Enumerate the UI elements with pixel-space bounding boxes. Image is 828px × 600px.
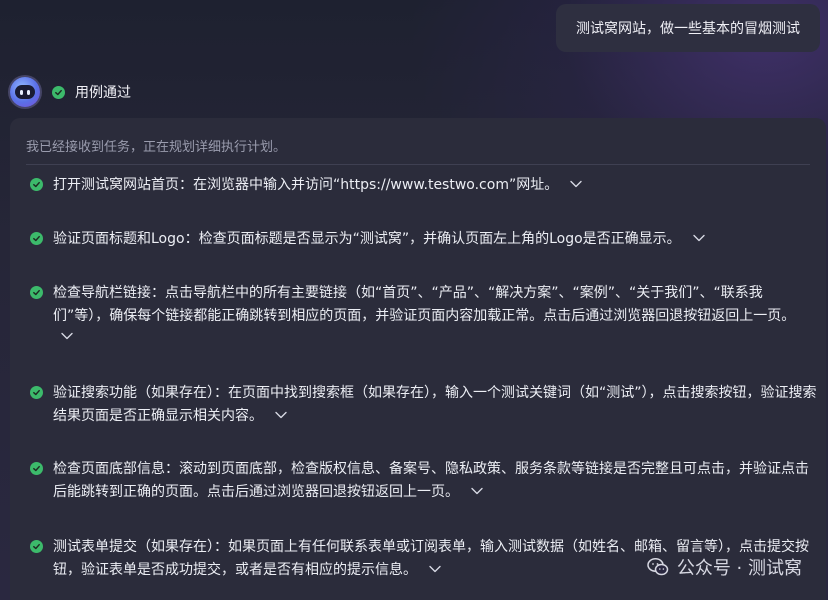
- plan-step-text: 验证搜索功能（如果存在）：在页面中找到搜索框（如果存在），输入一个测试关键词（如…: [53, 385, 817, 424]
- check-circle-icon: [52, 85, 65, 99]
- bot-status-label: 用例通过: [75, 85, 131, 101]
- check-circle-icon: [30, 286, 43, 299]
- robot-icon: [10, 77, 40, 107]
- check-circle-icon: [30, 462, 43, 475]
- plan-step: 打开测试窝网站首页：在浏览器中输入并访问“https://www.testwo.…: [30, 174, 818, 197]
- chevron-down-icon[interactable]: [429, 565, 441, 573]
- chevron-down-icon[interactable]: [61, 332, 73, 340]
- chevron-down-icon[interactable]: [275, 411, 287, 419]
- plan-step-text: 验证页面标题和Logo：检查页面标题是否显示为“测试窝”，并确认页面左上角的Lo…: [53, 231, 681, 247]
- wechat-icon: [647, 558, 669, 576]
- plan-step: 检查导航栏链接：点击导航栏中的所有主要链接（如“首页”、“产品”、“解决方案”、…: [30, 282, 818, 340]
- watermark: 公众号 · 测试窝: [647, 554, 802, 580]
- check-circle-icon: [30, 386, 43, 399]
- check-circle-icon: [30, 178, 43, 191]
- divider: [26, 164, 810, 165]
- plan-intro: 我已经接收到任务，正在规划详细执行计划。: [26, 140, 287, 155]
- chevron-down-icon[interactable]: [692, 234, 705, 242]
- chevron-down-icon[interactable]: [570, 180, 582, 188]
- bot-status-row: 用例通过: [10, 76, 131, 108]
- check-circle-icon: [30, 540, 43, 553]
- plan-step-text: 检查导航栏链接：点击导航栏中的所有主要链接（如“首页”、“产品”、“解决方案”、…: [53, 285, 796, 324]
- user-message-bubble: 测试窝网站，做一些基本的冒烟测试: [556, 4, 820, 52]
- user-message-text: 测试窝网站，做一些基本的冒烟测试: [576, 21, 800, 37]
- plan-step-text: 打开测试窝网站首页：在浏览器中输入并访问“https://www.testwo.…: [53, 177, 559, 193]
- plan-step: 验证搜索功能（如果存在）：在页面中找到搜索框（如果存在），输入一个测试关键词（如…: [30, 382, 818, 428]
- plan-step: 检查页面底部信息：滚动到页面底部，检查版权信息、备案号、隐私政策、服务条款等链接…: [30, 458, 818, 504]
- watermark-text: 公众号 · 测试窝: [676, 558, 802, 579]
- check-circle-icon: [30, 232, 43, 245]
- plan-step: 验证页面标题和Logo：检查页面标题是否显示为“测试窝”，并确认页面左上角的Lo…: [30, 228, 818, 251]
- plan-step-text: 检查页面底部信息：滚动到页面底部，检查版权信息、备案号、隐私政策、服务条款等链接…: [53, 461, 809, 500]
- plan-panel: 我已经接收到任务，正在规划详细执行计划。 打开测试窝网站首页：在浏览器中输入并访…: [10, 118, 826, 600]
- chevron-down-icon[interactable]: [471, 487, 483, 495]
